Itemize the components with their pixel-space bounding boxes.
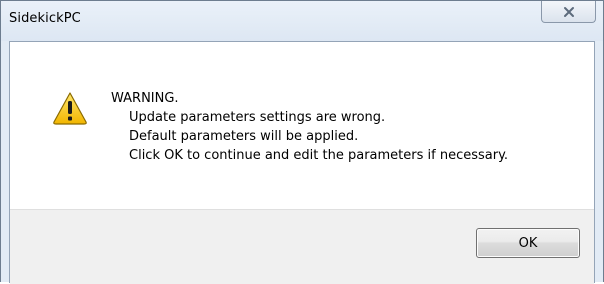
warning-icon	[53, 92, 87, 125]
window-title: SidekickPC	[9, 11, 81, 26]
dialog-body: WARNING. Update parameters settings are w…	[9, 41, 595, 284]
close-icon	[563, 6, 574, 17]
message-text: WARNING. Update parameters settings are w…	[111, 89, 508, 165]
message-line: Update parameters settings are wrong.	[129, 110, 386, 125]
message-area: WARNING. Update parameters settings are w…	[10, 42, 594, 209]
message-heading: WARNING.	[111, 91, 179, 106]
message-line: Default parameters will be applied.	[129, 129, 359, 144]
ok-button[interactable]: OK	[476, 228, 580, 258]
title-bar[interactable]: SidekickPC	[1, 1, 603, 41]
close-button[interactable]	[541, 1, 596, 23]
button-bar: OK	[10, 209, 594, 284]
message-line: Click OK to continue and edit the parame…	[129, 148, 509, 163]
message-box-window: SidekickPC WARNING. Update parameters set…	[0, 0, 604, 284]
